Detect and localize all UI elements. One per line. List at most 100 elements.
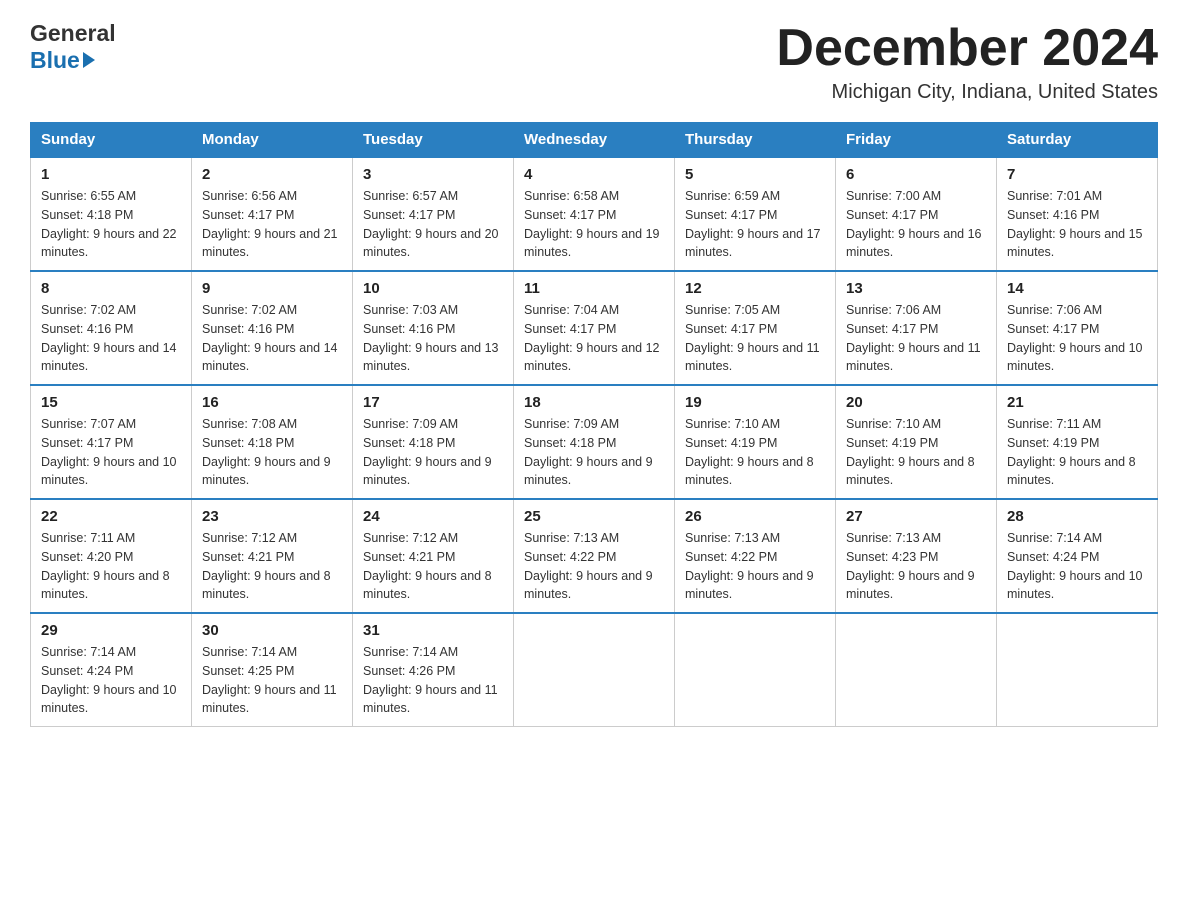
calendar-cell: 1 Sunrise: 6:55 AM Sunset: 4:18 PM Dayli… bbox=[31, 157, 192, 271]
calendar-week-row: 1 Sunrise: 6:55 AM Sunset: 4:18 PM Dayli… bbox=[31, 157, 1158, 271]
day-number: 18 bbox=[524, 394, 664, 411]
calendar-cell: 8 Sunrise: 7:02 AM Sunset: 4:16 PM Dayli… bbox=[31, 271, 192, 385]
day-number: 14 bbox=[1007, 280, 1147, 297]
day-info: Sunrise: 6:57 AM Sunset: 4:17 PM Dayligh… bbox=[363, 187, 503, 262]
day-number: 5 bbox=[685, 166, 825, 183]
calendar-cell bbox=[675, 613, 836, 727]
day-info: Sunrise: 7:14 AM Sunset: 4:25 PM Dayligh… bbox=[202, 643, 342, 718]
calendar-cell: 6 Sunrise: 7:00 AM Sunset: 4:17 PM Dayli… bbox=[836, 157, 997, 271]
header-saturday: Saturday bbox=[997, 123, 1158, 158]
calendar-cell: 28 Sunrise: 7:14 AM Sunset: 4:24 PM Dayl… bbox=[997, 499, 1158, 613]
day-info: Sunrise: 7:09 AM Sunset: 4:18 PM Dayligh… bbox=[363, 415, 503, 490]
day-number: 3 bbox=[363, 166, 503, 183]
day-info: Sunrise: 7:06 AM Sunset: 4:17 PM Dayligh… bbox=[846, 301, 986, 376]
calendar-cell: 13 Sunrise: 7:06 AM Sunset: 4:17 PM Dayl… bbox=[836, 271, 997, 385]
day-number: 24 bbox=[363, 508, 503, 525]
day-info: Sunrise: 7:14 AM Sunset: 4:24 PM Dayligh… bbox=[41, 643, 181, 718]
logo: General Blue bbox=[30, 20, 116, 74]
day-info: Sunrise: 7:13 AM Sunset: 4:22 PM Dayligh… bbox=[524, 529, 664, 604]
day-number: 29 bbox=[41, 622, 181, 639]
day-info: Sunrise: 7:02 AM Sunset: 4:16 PM Dayligh… bbox=[41, 301, 181, 376]
day-number: 16 bbox=[202, 394, 342, 411]
calendar-week-row: 15 Sunrise: 7:07 AM Sunset: 4:17 PM Dayl… bbox=[31, 385, 1158, 499]
day-number: 8 bbox=[41, 280, 181, 297]
calendar-table: SundayMondayTuesdayWednesdayThursdayFrid… bbox=[30, 122, 1158, 727]
day-info: Sunrise: 6:59 AM Sunset: 4:17 PM Dayligh… bbox=[685, 187, 825, 262]
header-wednesday: Wednesday bbox=[514, 123, 675, 158]
calendar-week-row: 8 Sunrise: 7:02 AM Sunset: 4:16 PM Dayli… bbox=[31, 271, 1158, 385]
day-number: 26 bbox=[685, 508, 825, 525]
day-number: 28 bbox=[1007, 508, 1147, 525]
calendar-cell: 17 Sunrise: 7:09 AM Sunset: 4:18 PM Dayl… bbox=[353, 385, 514, 499]
logo-triangle-icon bbox=[83, 52, 95, 68]
day-info: Sunrise: 7:14 AM Sunset: 4:26 PM Dayligh… bbox=[363, 643, 503, 718]
day-number: 7 bbox=[1007, 166, 1147, 183]
day-info: Sunrise: 7:10 AM Sunset: 4:19 PM Dayligh… bbox=[846, 415, 986, 490]
calendar-cell: 22 Sunrise: 7:11 AM Sunset: 4:20 PM Dayl… bbox=[31, 499, 192, 613]
day-info: Sunrise: 7:12 AM Sunset: 4:21 PM Dayligh… bbox=[363, 529, 503, 604]
day-info: Sunrise: 6:58 AM Sunset: 4:17 PM Dayligh… bbox=[524, 187, 664, 262]
day-info: Sunrise: 7:08 AM Sunset: 4:18 PM Dayligh… bbox=[202, 415, 342, 490]
calendar-cell: 29 Sunrise: 7:14 AM Sunset: 4:24 PM Dayl… bbox=[31, 613, 192, 727]
calendar-week-row: 29 Sunrise: 7:14 AM Sunset: 4:24 PM Dayl… bbox=[31, 613, 1158, 727]
day-info: Sunrise: 6:56 AM Sunset: 4:17 PM Dayligh… bbox=[202, 187, 342, 262]
day-info: Sunrise: 7:05 AM Sunset: 4:17 PM Dayligh… bbox=[685, 301, 825, 376]
day-number: 2 bbox=[202, 166, 342, 183]
day-number: 30 bbox=[202, 622, 342, 639]
day-info: Sunrise: 7:14 AM Sunset: 4:24 PM Dayligh… bbox=[1007, 529, 1147, 604]
header-monday: Monday bbox=[192, 123, 353, 158]
title-section: December 2024 Michigan City, Indiana, Un… bbox=[776, 20, 1158, 104]
day-number: 6 bbox=[846, 166, 986, 183]
calendar-cell: 16 Sunrise: 7:08 AM Sunset: 4:18 PM Dayl… bbox=[192, 385, 353, 499]
day-number: 31 bbox=[363, 622, 503, 639]
header-thursday: Thursday bbox=[675, 123, 836, 158]
calendar-cell: 19 Sunrise: 7:10 AM Sunset: 4:19 PM Dayl… bbox=[675, 385, 836, 499]
day-number: 12 bbox=[685, 280, 825, 297]
day-info: Sunrise: 7:11 AM Sunset: 4:20 PM Dayligh… bbox=[41, 529, 181, 604]
calendar-header-row: SundayMondayTuesdayWednesdayThursdayFrid… bbox=[31, 123, 1158, 158]
day-number: 15 bbox=[41, 394, 181, 411]
calendar-cell: 3 Sunrise: 6:57 AM Sunset: 4:17 PM Dayli… bbox=[353, 157, 514, 271]
calendar-cell: 2 Sunrise: 6:56 AM Sunset: 4:17 PM Dayli… bbox=[192, 157, 353, 271]
month-title: December 2024 bbox=[776, 20, 1158, 77]
day-number: 10 bbox=[363, 280, 503, 297]
day-number: 17 bbox=[363, 394, 503, 411]
day-number: 4 bbox=[524, 166, 664, 183]
day-info: Sunrise: 7:13 AM Sunset: 4:23 PM Dayligh… bbox=[846, 529, 986, 604]
day-number: 25 bbox=[524, 508, 664, 525]
day-number: 9 bbox=[202, 280, 342, 297]
header-friday: Friday bbox=[836, 123, 997, 158]
day-info: Sunrise: 7:07 AM Sunset: 4:17 PM Dayligh… bbox=[41, 415, 181, 490]
day-number: 19 bbox=[685, 394, 825, 411]
header-sunday: Sunday bbox=[31, 123, 192, 158]
calendar-cell: 31 Sunrise: 7:14 AM Sunset: 4:26 PM Dayl… bbox=[353, 613, 514, 727]
day-info: Sunrise: 7:10 AM Sunset: 4:19 PM Dayligh… bbox=[685, 415, 825, 490]
day-number: 11 bbox=[524, 280, 664, 297]
calendar-cell bbox=[836, 613, 997, 727]
day-info: Sunrise: 7:13 AM Sunset: 4:22 PM Dayligh… bbox=[685, 529, 825, 604]
location-subtitle: Michigan City, Indiana, United States bbox=[776, 81, 1158, 104]
calendar-cell: 20 Sunrise: 7:10 AM Sunset: 4:19 PM Dayl… bbox=[836, 385, 997, 499]
day-number: 20 bbox=[846, 394, 986, 411]
calendar-cell: 10 Sunrise: 7:03 AM Sunset: 4:16 PM Dayl… bbox=[353, 271, 514, 385]
calendar-cell: 24 Sunrise: 7:12 AM Sunset: 4:21 PM Dayl… bbox=[353, 499, 514, 613]
day-number: 27 bbox=[846, 508, 986, 525]
calendar-cell: 27 Sunrise: 7:13 AM Sunset: 4:23 PM Dayl… bbox=[836, 499, 997, 613]
calendar-cell: 9 Sunrise: 7:02 AM Sunset: 4:16 PM Dayli… bbox=[192, 271, 353, 385]
calendar-week-row: 22 Sunrise: 7:11 AM Sunset: 4:20 PM Dayl… bbox=[31, 499, 1158, 613]
day-info: Sunrise: 6:55 AM Sunset: 4:18 PM Dayligh… bbox=[41, 187, 181, 262]
day-number: 1 bbox=[41, 166, 181, 183]
day-number: 21 bbox=[1007, 394, 1147, 411]
logo-blue-text: Blue bbox=[30, 47, 80, 74]
day-info: Sunrise: 7:11 AM Sunset: 4:19 PM Dayligh… bbox=[1007, 415, 1147, 490]
calendar-cell: 21 Sunrise: 7:11 AM Sunset: 4:19 PM Dayl… bbox=[997, 385, 1158, 499]
day-info: Sunrise: 7:04 AM Sunset: 4:17 PM Dayligh… bbox=[524, 301, 664, 376]
day-number: 22 bbox=[41, 508, 181, 525]
calendar-cell: 12 Sunrise: 7:05 AM Sunset: 4:17 PM Dayl… bbox=[675, 271, 836, 385]
header-tuesday: Tuesday bbox=[353, 123, 514, 158]
day-info: Sunrise: 7:09 AM Sunset: 4:18 PM Dayligh… bbox=[524, 415, 664, 490]
calendar-cell: 5 Sunrise: 6:59 AM Sunset: 4:17 PM Dayli… bbox=[675, 157, 836, 271]
calendar-cell: 30 Sunrise: 7:14 AM Sunset: 4:25 PM Dayl… bbox=[192, 613, 353, 727]
logo-general-text: General bbox=[30, 20, 116, 47]
day-info: Sunrise: 7:03 AM Sunset: 4:16 PM Dayligh… bbox=[363, 301, 503, 376]
